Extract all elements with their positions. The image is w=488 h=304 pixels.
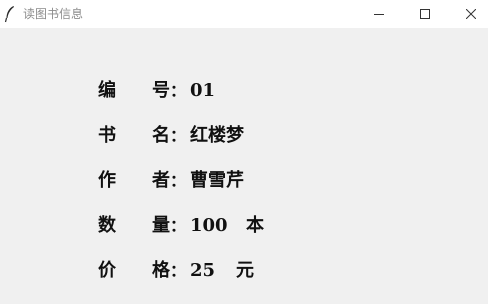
book-id-label-char2: 号	[152, 80, 170, 101]
minimize-button[interactable]	[356, 0, 402, 28]
book-quantity-label-char2: 量	[152, 215, 170, 236]
book-price-colon: ：	[170, 261, 187, 280]
book-author-value: 曹雪芹	[190, 170, 244, 191]
title-bar[interactable]: 读图书信息	[0, 0, 488, 28]
book-id-label-char1: 编	[98, 80, 116, 101]
feather-icon	[4, 5, 16, 23]
book-author-colon: ：	[170, 171, 187, 190]
book-price-label-char1: 价	[98, 260, 116, 281]
book-name-colon: ：	[170, 126, 187, 145]
book-name-label-char1: 书	[98, 125, 116, 146]
book-author-label-char1: 作	[98, 170, 116, 191]
book-quantity-value: 100	[190, 215, 228, 236]
window-title: 读图书信息	[23, 7, 84, 21]
close-icon	[466, 9, 476, 19]
book-author-label-char2: 者	[152, 170, 170, 191]
book-price-value: 25	[190, 260, 216, 281]
close-button[interactable]	[448, 0, 488, 28]
book-id-colon: ：	[170, 81, 187, 100]
book-info-panel: 编 号 ： 01 书 名 ： 红楼梦 作 者 ： 曹雪芹 数 量 ： 100 本…	[0, 28, 488, 304]
minimize-icon	[374, 9, 384, 19]
book-id-value: 01	[190, 80, 216, 101]
book-price-label-char2: 格	[152, 260, 170, 281]
book-price-unit: 元	[236, 260, 254, 281]
app-window: 读图书信息 编 号 ： 01 书 名 ： 红楼梦 作 者 ： 曹雪芹 数 量 ：…	[0, 0, 488, 304]
book-quantity-colon: ：	[170, 216, 187, 235]
book-name-label-char2: 名	[152, 125, 170, 146]
maximize-button[interactable]	[402, 0, 448, 28]
book-quantity-label-char1: 数	[98, 215, 116, 236]
book-quantity-unit: 本	[246, 215, 264, 236]
book-name-value: 红楼梦	[190, 125, 244, 146]
maximize-icon	[420, 9, 430, 19]
